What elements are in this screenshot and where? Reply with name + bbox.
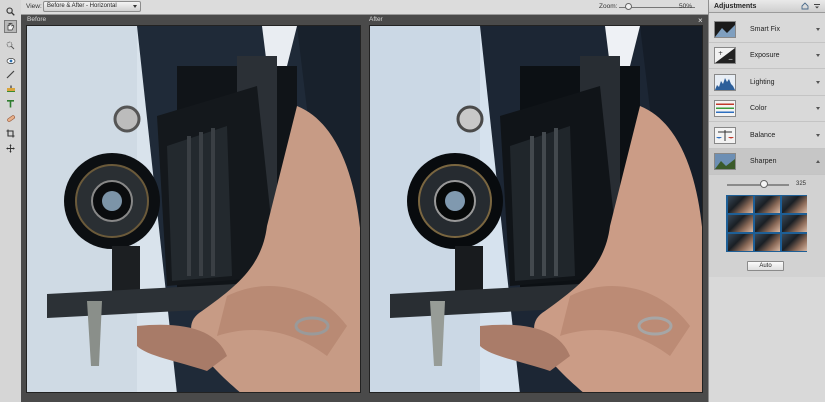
tools-panel bbox=[0, 0, 22, 402]
sharpen-preset-thumbnail[interactable] bbox=[728, 196, 753, 213]
home-icon[interactable] bbox=[801, 2, 809, 10]
histogram-icon bbox=[714, 74, 736, 91]
view-dropdown-value: Before & After - Horizontal bbox=[47, 3, 117, 9]
adjustment-smart-fix[interactable]: Smart Fix bbox=[709, 17, 825, 43]
adjustment-label: Lighting bbox=[750, 79, 775, 86]
adjustment-label: Color bbox=[750, 105, 767, 112]
zoom-value: 50% bbox=[679, 3, 693, 10]
zoom-label: Zoom: bbox=[599, 3, 618, 10]
adjustment-balance[interactable]: Balance bbox=[709, 123, 825, 149]
chevron-down-icon bbox=[816, 107, 820, 110]
panel-title: Adjustments bbox=[714, 3, 757, 10]
move-tool-icon[interactable] bbox=[4, 142, 17, 155]
sharpen-preset-thumbnail[interactable] bbox=[755, 196, 780, 213]
adjustment-lighting[interactable]: Lighting bbox=[709, 70, 825, 96]
after-image[interactable] bbox=[369, 25, 703, 393]
chevron-down-icon bbox=[816, 134, 820, 137]
adjustment-color[interactable]: Color bbox=[709, 96, 825, 122]
adjustments-panel: Adjustments Smart Fix + − Exposure Lighti… bbox=[708, 0, 825, 402]
chevron-down-icon bbox=[133, 5, 137, 8]
adjustment-label: Balance bbox=[750, 132, 776, 139]
svg-text:+: + bbox=[718, 50, 723, 57]
adjustments-header: Adjustments bbox=[709, 0, 825, 13]
svg-text:−: − bbox=[728, 56, 733, 63]
close-compare-icon[interactable]: × bbox=[698, 17, 703, 25]
balance-scale-icon bbox=[714, 127, 736, 144]
sharpen-preset-thumbnail[interactable] bbox=[782, 215, 807, 232]
adjustment-label: Sharpen bbox=[750, 158, 777, 165]
straighten-tool-icon[interactable] bbox=[4, 68, 17, 81]
sharpen-slider-track[interactable] bbox=[727, 184, 789, 186]
view-dropdown[interactable]: Before & After - Horizontal bbox=[43, 1, 141, 12]
panel-empty-area bbox=[709, 277, 825, 402]
sharpen-preset-thumbnail[interactable] bbox=[728, 215, 753, 232]
adjustment-exposure[interactable]: + − Exposure bbox=[709, 43, 825, 69]
chevron-up-icon bbox=[816, 160, 820, 163]
type-tool-icon[interactable] bbox=[4, 97, 17, 110]
color-sliders-icon bbox=[714, 100, 736, 117]
adjustment-sharpen[interactable]: Sharpen bbox=[709, 149, 825, 175]
view-label: View: bbox=[26, 3, 42, 10]
after-label: After bbox=[369, 16, 383, 23]
sharpen-slider-handle[interactable] bbox=[760, 180, 768, 188]
quick-selection-tool-icon[interactable] bbox=[4, 39, 17, 52]
sharpen-preset-thumbnail[interactable] bbox=[755, 234, 780, 251]
spot-healing-icon[interactable] bbox=[4, 112, 17, 125]
eye-tool-icon[interactable] bbox=[4, 54, 17, 67]
zoom-slider-handle[interactable] bbox=[625, 3, 632, 10]
sharpen-preset-thumbnail[interactable] bbox=[755, 215, 780, 232]
smart-fix-icon bbox=[714, 21, 736, 38]
crop-tool-icon[interactable] bbox=[4, 127, 17, 140]
chevron-down-icon bbox=[816, 81, 820, 84]
before-image[interactable] bbox=[26, 25, 361, 393]
before-label: Before bbox=[27, 16, 47, 23]
panel-menu-icon[interactable] bbox=[813, 2, 821, 10]
zoom-tool-icon[interactable] bbox=[4, 5, 17, 18]
exposure-icon: + − bbox=[714, 47, 736, 64]
sharpen-controls: 325 Auto bbox=[709, 175, 825, 278]
adjustment-label: Smart Fix bbox=[750, 26, 780, 33]
tool-options-bar: View: Before & After - Horizontal Zoom: … bbox=[21, 0, 708, 15]
auto-button[interactable]: Auto bbox=[747, 261, 784, 271]
sharpen-preset-thumbnail[interactable] bbox=[782, 234, 807, 251]
sharpen-preset-thumbnail[interactable] bbox=[728, 234, 753, 251]
sharpen-preset-thumbnail[interactable] bbox=[782, 196, 807, 213]
whiten-teeth-icon[interactable] bbox=[4, 82, 17, 95]
adjustment-label: Exposure bbox=[750, 52, 780, 59]
hand-tool-icon[interactable] bbox=[4, 20, 17, 33]
sharpen-value: 325 bbox=[796, 181, 807, 187]
sharpen-preset-grid bbox=[726, 195, 807, 252]
chevron-down-icon bbox=[816, 54, 820, 57]
sharpen-icon bbox=[714, 153, 736, 170]
chevron-down-icon bbox=[816, 28, 820, 31]
